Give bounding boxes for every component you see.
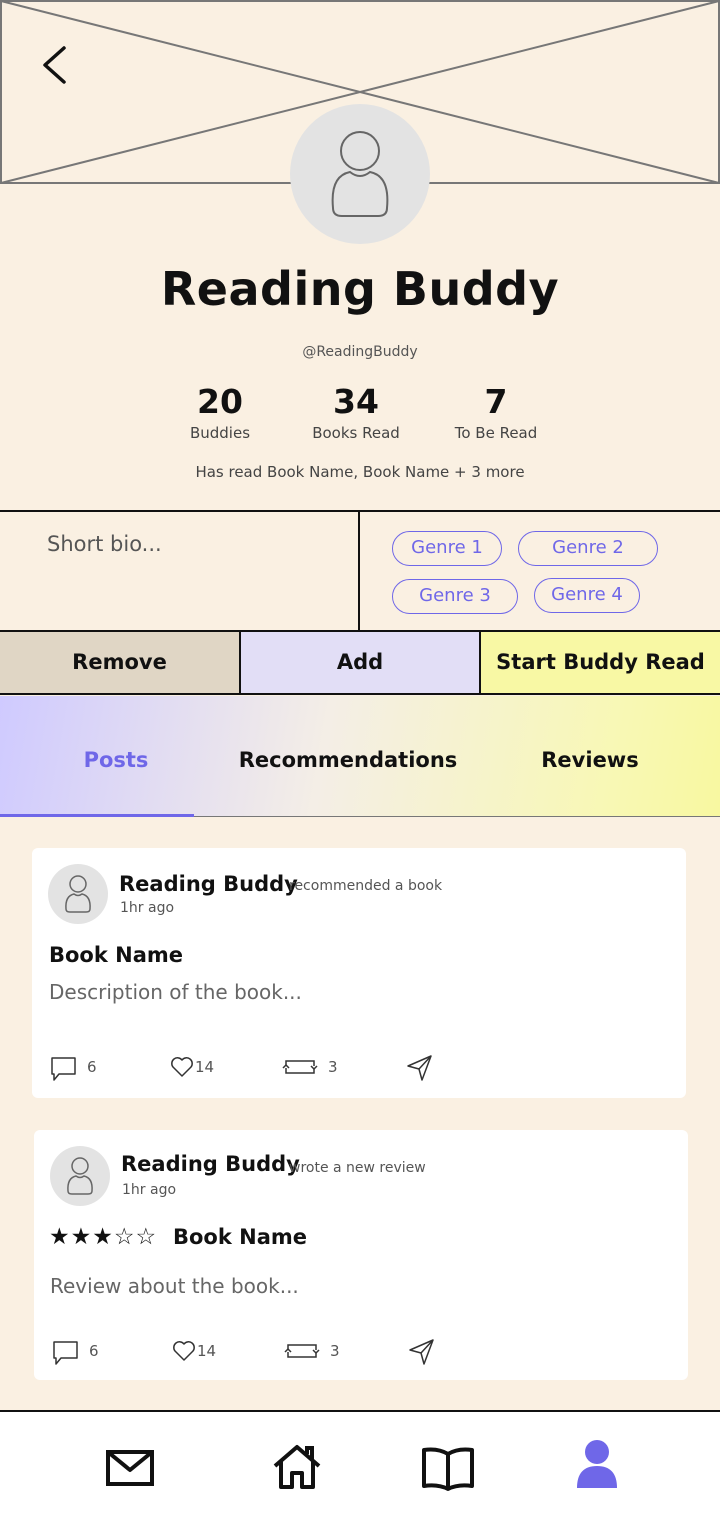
home-icon[interactable]: [272, 1444, 322, 1490]
active-tab-indicator: [0, 814, 194, 817]
review-book-title[interactable]: Book Name: [173, 1225, 307, 1249]
genre-chip[interactable]: Genre 4: [534, 578, 640, 613]
stat-value: 20: [197, 382, 243, 421]
post-avatar[interactable]: [48, 864, 108, 924]
post-card[interactable]: Reading Buddy recommended a book 1hr ago…: [32, 848, 686, 1098]
profile-handle: @ReadingBuddy: [302, 344, 418, 360]
review-card[interactable]: Reading Buddy wrote a new review 1hr ago…: [34, 1130, 688, 1380]
stat-to-be-read[interactable]: 7 To Be Read: [426, 382, 566, 442]
review-body: Review about the book...: [50, 1274, 299, 1298]
remove-button[interactable]: Remove: [0, 632, 241, 695]
genre-chip[interactable]: Genre 3: [392, 579, 518, 614]
comment-count: 6: [89, 1342, 99, 1360]
stat-value: 7: [484, 382, 508, 421]
has-read-summary[interactable]: Has read Book Name, Book Name + 3 more: [0, 463, 720, 481]
tab-recommendations[interactable]: Recommendations: [238, 696, 458, 816]
stat-buddies[interactable]: 20 Buddies: [150, 382, 290, 442]
send-icon[interactable]: [408, 1338, 436, 1366]
stat-label: To Be Read: [454, 424, 538, 442]
post-action: wrote a new review: [289, 1160, 426, 1176]
send-icon[interactable]: [406, 1054, 434, 1082]
user-icon: [67, 1157, 93, 1195]
like-count: 14: [197, 1342, 217, 1360]
chevron-left-icon: [43, 46, 66, 84]
post-author[interactable]: Reading Buddy: [121, 1152, 300, 1176]
add-button[interactable]: Add: [241, 632, 481, 695]
profile-name: Reading Buddy: [160, 262, 560, 316]
stat-value: 34: [333, 382, 379, 421]
repost-count: 3: [330, 1342, 340, 1360]
post-time: 1hr ago: [120, 900, 175, 916]
mail-icon[interactable]: [106, 1450, 154, 1486]
user-icon: [331, 131, 389, 217]
back-button[interactable]: [36, 42, 76, 90]
stat-books-read[interactable]: 34 Books Read: [286, 382, 426, 442]
post-time: 1hr ago: [122, 1182, 177, 1198]
genre-chip[interactable]: Genre 2: [518, 531, 658, 566]
post-author[interactable]: Reading Buddy: [119, 872, 298, 896]
short-bio: Short bio...: [47, 532, 162, 556]
profile-avatar[interactable]: [290, 104, 430, 244]
book-icon[interactable]: [422, 1446, 474, 1492]
heart-icon[interactable]: [172, 1340, 196, 1362]
profile-icon[interactable]: [574, 1438, 620, 1490]
repost-count: 3: [328, 1058, 338, 1076]
comment-icon[interactable]: [52, 1340, 80, 1366]
like-count: 14: [195, 1058, 215, 1076]
stat-label: Books Read: [312, 424, 400, 442]
post-book-title[interactable]: Book Name: [49, 943, 183, 967]
star-rating: ★★★☆☆: [49, 1224, 158, 1250]
divider: [358, 512, 360, 632]
post-avatar[interactable]: [50, 1146, 110, 1206]
repost-icon[interactable]: [282, 1056, 318, 1078]
post-description: Description of the book...: [49, 980, 302, 1004]
comment-count: 6: [87, 1058, 97, 1076]
tab-posts[interactable]: Posts: [16, 696, 216, 816]
post-action: recommended a book: [289, 878, 443, 894]
bio-genres-section: Short bio... Genre 1 Genre 2 Genre 3 Gen…: [0, 510, 720, 632]
repost-icon[interactable]: [284, 1340, 320, 1362]
stat-label: Buddies: [189, 424, 251, 442]
tab-reviews[interactable]: Reviews: [500, 696, 680, 816]
genre-chip[interactable]: Genre 1: [392, 531, 502, 566]
user-icon: [65, 875, 91, 913]
start-buddy-read-button[interactable]: Start Buddy Read: [481, 632, 720, 695]
comment-icon[interactable]: [50, 1056, 78, 1082]
bottom-navigation: [0, 1410, 720, 1520]
tab-bar: Posts Recommendations Reviews: [0, 696, 720, 817]
heart-icon[interactable]: [170, 1056, 194, 1078]
